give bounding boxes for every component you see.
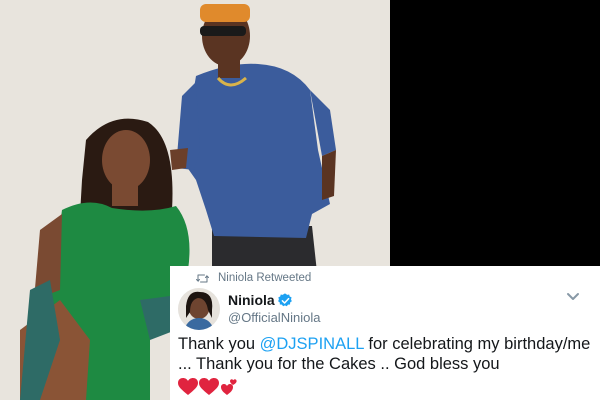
mention-link[interactable]: @DJSPINALL [260,335,364,353]
author-handle[interactable]: @OfficialNiniola [228,310,320,325]
tweet-card[interactable]: Niniola Retweeted Niniola @OfficialNinio… [170,266,600,400]
tweet-line-2: ... Thank you for the Cakes .. God bless… [178,355,500,373]
tweet-line-1: Thank you @DJSPINALL for celebrating my … [178,334,600,354]
photo-man-forearm-right [322,150,336,200]
retweet-indicator: Niniola Retweeted [196,271,311,285]
emoji-row [178,378,237,396]
red-heart-icon [178,378,198,395]
verified-badge-icon [277,293,292,306]
author-name[interactable]: Niniola [228,292,275,308]
photo-man-sunglasses [200,26,246,36]
tweet-line-1-prefix: Thank you [178,335,260,353]
chevron-down-icon[interactable] [566,292,580,302]
photo-man-hand-left [170,148,188,170]
tweet-text: Thank you @DJSPINALL for celebrating my … [178,334,600,374]
photo-man-hair [200,4,250,22]
avatar-image [178,288,220,330]
photo-woman-neck [112,184,138,206]
retweet-icon [196,274,209,282]
tweet-line-1-suffix: for celebrating my birthday/me [363,335,591,353]
two-hearts-icon [221,379,237,395]
avatar[interactable] [178,288,220,330]
retweet-label: Niniola Retweeted [218,272,312,284]
red-heart-icon [199,378,219,395]
photo-woman-face [102,130,150,190]
author-name-row[interactable]: Niniola [228,292,293,308]
